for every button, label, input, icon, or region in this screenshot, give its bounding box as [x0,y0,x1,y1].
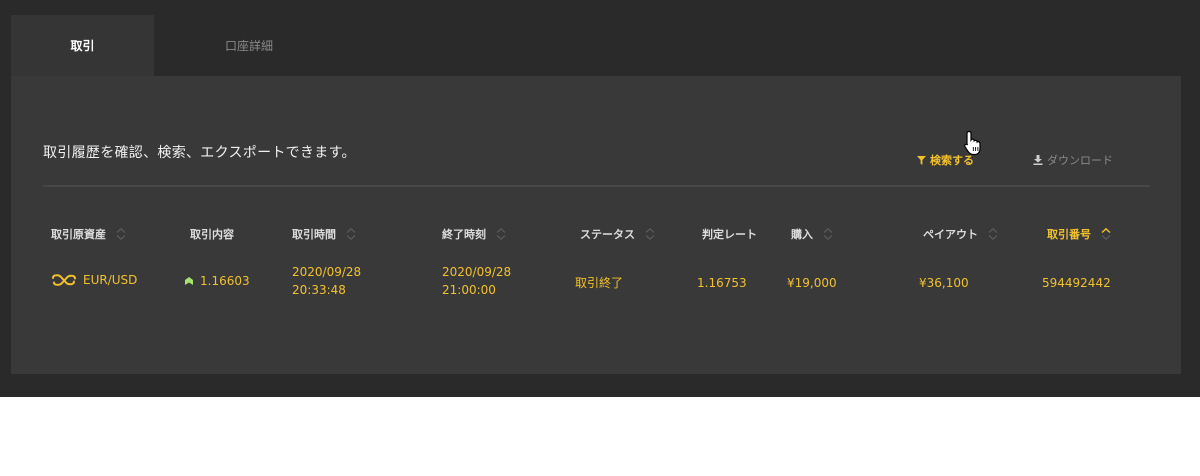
sort-icon [823,228,833,240]
purchase-cell: ¥19,000 [787,276,837,290]
filter-icon [917,155,926,165]
arrow-up-icon [185,277,193,285]
column-header-status[interactable]: ステータス [580,226,655,242]
currency-pair-icon [52,274,76,286]
trade-id-cell[interactable]: 594492442 [1042,274,1111,292]
asset-cell: EUR/USD [51,272,137,288]
download-icon [1033,155,1043,165]
column-header-payout[interactable]: ペイアウト [923,226,998,242]
column-header-trade-id[interactable]: 取引番号 [1047,226,1111,242]
download-button[interactable]: ダウンロード [1033,152,1113,168]
app-window: 取引 口座詳細 取引履歴を確認、検索、エクスポートできます。 検索する ダウンロ… [0,0,1200,397]
sort-icon [346,228,356,240]
column-header-trade-time[interactable]: 取引時間 [292,226,356,242]
trade-content-cell: 1.16603 [184,274,250,288]
sort-icon [988,228,998,240]
column-header-purchase[interactable]: 購入 [791,226,833,242]
column-header-asset[interactable]: 取引原資産 [51,226,126,242]
trade-time-cell: 2020/09/28 20:33:48 [292,265,362,297]
trade-history-panel: 取引履歴を確認、検索、エクスポートできます。 検索する ダウンロード 取引原資産 [11,76,1181,374]
column-header-trade-content: 取引内容 [190,228,234,241]
sort-icon [645,228,655,240]
tab-account-details[interactable]: 口座詳細 [154,15,344,76]
column-header-judge-rate: 判定レート [702,228,757,241]
sort-icon [116,228,126,240]
tab-trades[interactable]: 取引 [11,15,154,76]
page-description: 取引履歴を確認、検索、エクスポートできます。 [43,145,356,161]
status-cell: 取引終了 [575,276,624,290]
payout-cell: ¥36,100 [919,276,969,290]
divider [43,185,1150,187]
column-header-end-time[interactable]: 終了時刻 [442,226,506,242]
tab-bar: 取引 口座詳細 [11,15,344,76]
download-button-label: ダウンロード [1047,154,1113,167]
hand-cursor-icon [964,130,981,156]
end-time-cell: 2020/09/28 21:00:00 [442,265,512,297]
sort-icon [496,228,506,240]
judge-rate-cell: 1.16753 [697,276,747,290]
sort-asc-icon [1101,228,1111,240]
